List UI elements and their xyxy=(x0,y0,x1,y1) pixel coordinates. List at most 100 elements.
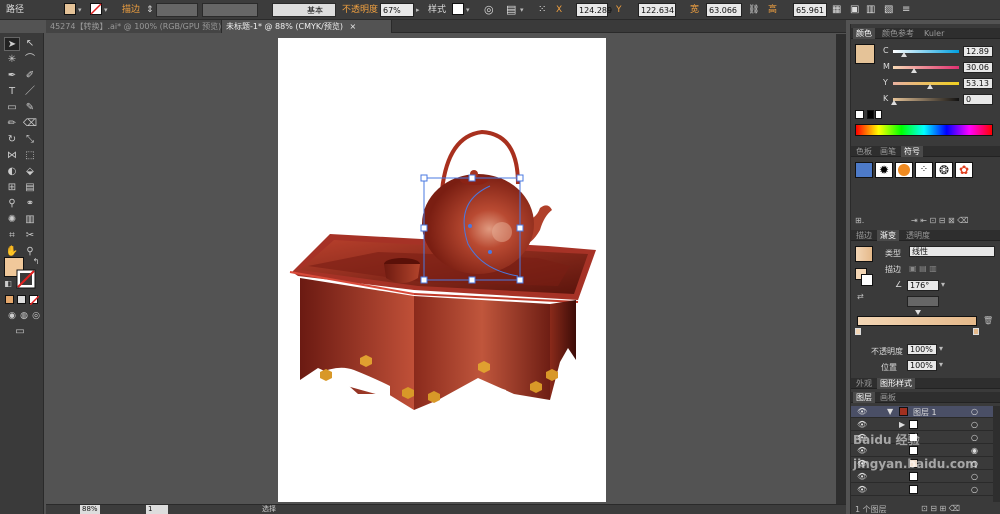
tab-graphic-styles[interactable]: 图形样式 xyxy=(877,378,915,389)
eyedropper-tool-icon[interactable]: ⚲ xyxy=(4,197,20,211)
tab-artboards[interactable]: 画板 xyxy=(877,392,899,403)
gradient-slider-bar[interactable] xyxy=(857,316,977,326)
constrain-proportions-icon[interactable]: ⛓ xyxy=(748,3,759,17)
blend-tool-icon[interactable]: ⚭ xyxy=(22,197,38,211)
fill-swatch[interactable] xyxy=(64,3,76,17)
gradient-midpoint[interactable] xyxy=(915,310,921,315)
panel-menu-icon[interactable]: ≡ xyxy=(902,3,910,17)
selection-tool-icon[interactable]: ➤ xyxy=(4,37,20,51)
tab-transparency[interactable]: 透明度 xyxy=(903,230,933,241)
tab-kuler[interactable]: Kuler xyxy=(921,28,947,39)
tab-symbols[interactable]: 符号 xyxy=(901,146,923,157)
symbol-orange-ball[interactable] xyxy=(895,162,913,178)
stroke-weight-field[interactable] xyxy=(156,3,198,17)
envelope-icon[interactable]: ▧ xyxy=(884,3,893,17)
yellow-slider-thumb[interactable] xyxy=(927,84,933,89)
bbox-handle[interactable] xyxy=(516,224,524,232)
layer-actions-icon[interactable]: ⊡ ⊟ ⊞ ⌫ xyxy=(921,504,960,513)
bbox-handle[interactable] xyxy=(468,174,476,182)
symbol-blue-banner[interactable] xyxy=(855,162,873,178)
pencil-tool-icon[interactable]: ✏ xyxy=(4,117,20,131)
gradient-tool-icon[interactable]: ▤ xyxy=(22,181,38,195)
screen-mode-icon[interactable]: ▭ xyxy=(12,325,28,339)
cyan-slider-thumb[interactable] xyxy=(901,52,907,57)
stroke-label[interactable]: 描边 xyxy=(122,3,140,17)
none-color-icon[interactable] xyxy=(855,110,864,119)
bbox-handle[interactable] xyxy=(420,276,428,284)
brush-definition-dropdown[interactable]: 基本 xyxy=(272,3,336,17)
graphic-style-swatch[interactable] xyxy=(452,3,464,17)
black-slider-thumb[interactable] xyxy=(891,100,897,105)
target-icon[interactable]: ○ xyxy=(971,407,978,416)
lasso-tool-icon[interactable]: ⌒ xyxy=(22,53,38,67)
white-color-chip[interactable] xyxy=(875,110,882,119)
yellow-slider[interactable] xyxy=(893,82,959,85)
bbox-handle[interactable] xyxy=(420,224,428,232)
magic-wand-tool-icon[interactable]: ✳ xyxy=(4,53,20,67)
tab-brushes[interactable]: 画笔 xyxy=(877,146,899,157)
cyan-field[interactable]: 12.89 xyxy=(963,46,993,57)
artboard-tool-icon[interactable]: ⌗ xyxy=(4,229,20,243)
symbol-ink-splat-icon[interactable]: ✹ xyxy=(875,162,893,178)
anchor-point[interactable] xyxy=(488,250,492,254)
free-transform-tool-icon[interactable]: ⬚ xyxy=(22,149,38,163)
symbol-sprayer-tool-icon[interactable]: ✺ xyxy=(4,213,20,227)
canvas-vertical-scrollbar[interactable] xyxy=(836,34,846,504)
symbol-library-menu-icon[interactable]: ⊞. xyxy=(855,216,864,225)
magenta-field[interactable]: 30.06 xyxy=(963,62,993,73)
eraser-tool-icon[interactable]: ⌫ xyxy=(22,117,38,131)
opacity-label[interactable]: 不透明度 xyxy=(342,3,378,17)
style-dropdown-icon[interactable]: ▾ xyxy=(466,3,470,17)
recolor-artwork-icon[interactable]: ◎ xyxy=(484,3,494,17)
color-fill-preview[interactable] xyxy=(855,44,875,64)
artboard[interactable] xyxy=(278,38,606,502)
gradient-stroke-box[interactable] xyxy=(861,274,873,286)
line-tool-icon[interactable]: ／ xyxy=(22,85,38,99)
scale-tool-icon[interactable]: ⤡ xyxy=(22,133,38,147)
none-mode-icon[interactable] xyxy=(29,295,40,306)
bbox-handle[interactable] xyxy=(516,276,524,284)
expand-arrow-icon[interactable]: ▼ xyxy=(887,407,893,416)
stroke-weight-stepper[interactable]: ⇕ xyxy=(146,3,154,17)
tab-gradient[interactable]: 渐变 xyxy=(877,230,899,241)
stroke-swatch[interactable] xyxy=(90,3,102,17)
angle-dropdown-icon[interactable]: ▾ xyxy=(941,280,945,289)
column-graph-tool-icon[interactable]: ▥ xyxy=(22,213,38,227)
gradient-stop-end[interactable] xyxy=(973,328,979,335)
layer-name[interactable]: 图层 1 xyxy=(913,407,937,418)
reverse-gradient-icon[interactable]: ⇄ xyxy=(857,292,864,301)
perspective-grid-tool-icon[interactable]: ⬙ xyxy=(22,165,38,179)
isolate-icon[interactable]: ▣ xyxy=(850,3,859,17)
direct-selection-tool-icon[interactable]: ↖ xyxy=(22,37,38,51)
tea-table-artwork[interactable] xyxy=(278,38,606,502)
stroke-gradient-options-icon[interactable]: ▣ ▤ ▥ xyxy=(909,264,937,273)
align-icon[interactable]: ▤ xyxy=(506,3,516,17)
variable-width-profile[interactable] xyxy=(202,3,258,17)
visibility-eye-icon[interactable]: 👁 xyxy=(857,407,867,416)
magenta-slider[interactable] xyxy=(893,66,959,69)
black-slider[interactable] xyxy=(893,98,959,101)
edit-icon[interactable]: ▥ xyxy=(866,3,875,17)
gradient-stop-start[interactable] xyxy=(855,328,861,335)
opacity-field[interactable]: 67% xyxy=(380,3,414,17)
symbol-ring-icon[interactable]: ❂ xyxy=(935,162,953,178)
fill-dropdown-icon[interactable]: ▾ xyxy=(78,3,82,17)
default-colors-icon[interactable]: ◧ xyxy=(0,277,16,291)
transform-icon[interactable]: ▦ xyxy=(832,3,841,17)
yellow-field[interactable]: 53.13 xyxy=(963,78,993,89)
anchor-point[interactable] xyxy=(468,224,472,228)
swap-fill-stroke-icon[interactable]: ↰ xyxy=(28,255,44,269)
width-field[interactable]: 63.066 xyxy=(706,3,742,17)
zoom-field[interactable]: 88% xyxy=(80,505,100,514)
opacity-stop-dropdown-icon[interactable]: ▾ xyxy=(939,344,943,353)
reference-point-icon[interactable]: ⁙ xyxy=(538,3,546,17)
opacity-dropdown-icon[interactable]: ▸ xyxy=(416,3,420,17)
gradient-mode-icon[interactable] xyxy=(17,295,26,304)
bbox-handle[interactable] xyxy=(420,174,428,182)
symbol-dashed-frame-icon[interactable]: ⁘ xyxy=(915,162,933,178)
color-spectrum[interactable] xyxy=(855,124,993,136)
stroke-color-box[interactable] xyxy=(16,269,36,289)
black-field[interactable]: 0 xyxy=(963,94,993,105)
paintbrush-tool-icon[interactable]: ✎ xyxy=(22,101,38,115)
tab-color[interactable]: 颜色 xyxy=(853,28,875,39)
